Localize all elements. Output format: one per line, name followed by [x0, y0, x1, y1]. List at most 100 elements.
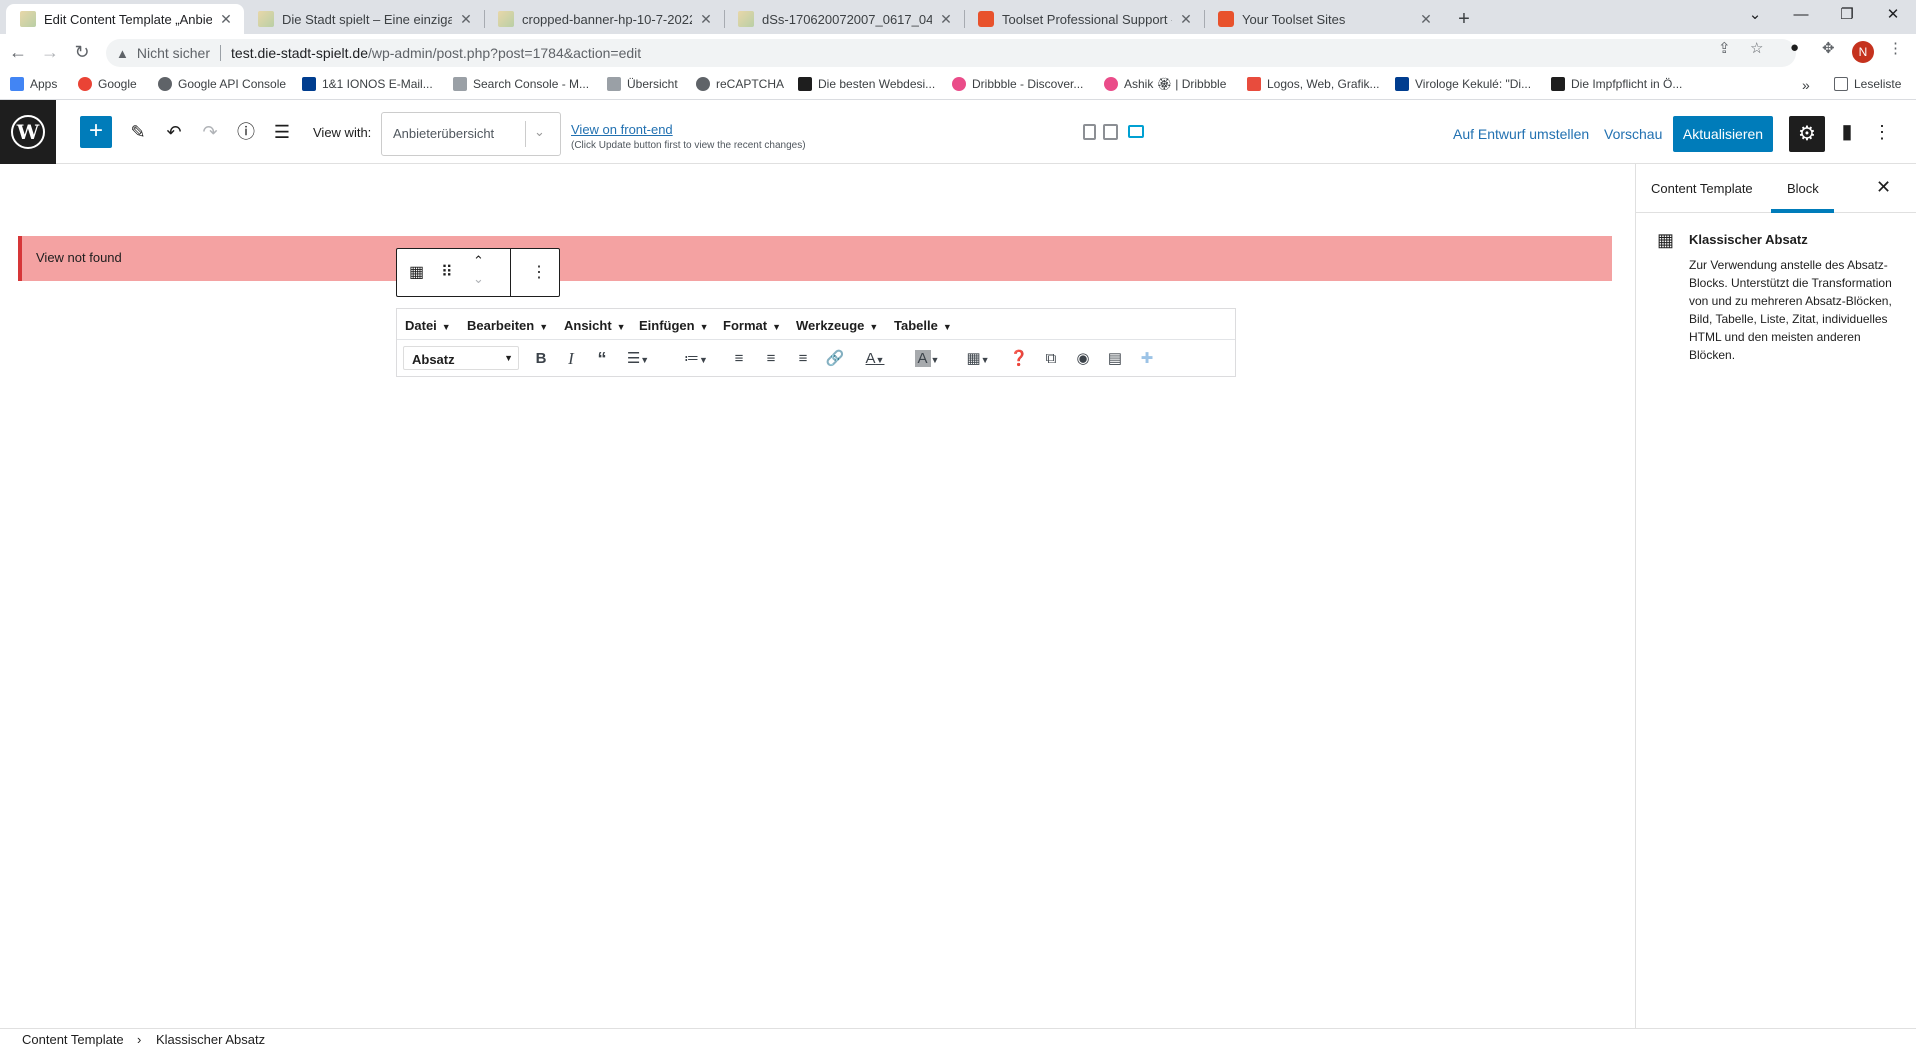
close-icon[interactable]: ✕ — [938, 11, 954, 28]
minimize-button[interactable]: — — [1779, 0, 1823, 34]
bookmark-dribbble-discover[interactable]: Dribbble - Discover... — [952, 77, 1083, 91]
link-icon[interactable]: 🔗 — [825, 348, 845, 370]
restore-button[interactable]: ❐ — [1825, 0, 1869, 34]
gear-icon[interactable]: ⚙ — [1789, 116, 1825, 152]
extension-icon[interactable]: ● — [1790, 39, 1799, 56]
redo-icon[interactable]: ↷ — [196, 118, 224, 146]
tablet-preview-icon[interactable] — [1103, 124, 1118, 140]
close-icon[interactable]: ✕ — [458, 11, 474, 28]
bookmark-ashik-dribbble[interactable]: Ashik 🏵 | Dribbble — [1104, 77, 1226, 91]
classic-block-icon[interactable]: ▦ — [409, 262, 424, 282]
bookmark-apps[interactable]: Apps — [10, 77, 57, 91]
bookmark-search-console[interactable]: Search Console - M... — [453, 77, 589, 91]
background-color-icon[interactable]: A ▼ — [907, 348, 947, 370]
menu-datei[interactable]: Datei ▼ — [405, 318, 451, 333]
table-icon[interactable]: ▦▼ — [959, 348, 997, 370]
bookmark-google[interactable]: Google — [78, 77, 137, 91]
puzzle-icon[interactable]: ✥ — [1822, 39, 1835, 57]
reading-list-button[interactable]: Leseliste — [1834, 77, 1901, 91]
more-bookmarks-button[interactable]: » — [1802, 77, 1810, 93]
bookmark-recaptcha[interactable]: reCAPTCHA — [696, 77, 784, 91]
text-color-icon[interactable]: A▼ — [857, 348, 893, 370]
close-icon[interactable]: ✕ — [1418, 11, 1434, 28]
block-inserter-button[interactable]: + — [80, 116, 112, 148]
share-icon[interactable]: ⇪ — [1718, 39, 1731, 57]
tab-search-button[interactable]: ⌄ — [1733, 0, 1777, 34]
bookmark-google-api-console[interactable]: Google API Console — [158, 77, 286, 91]
browser-tab-die-stadt-spielt[interactable]: Die Stadt spielt – Eine einzigartig ✕ — [244, 4, 484, 34]
bookmark-ionos[interactable]: 1&1 IONOS E-Mail... — [302, 77, 433, 91]
omnibox[interactable]: ▲ Nicht sicher test.die-stadt-spielt.de /… — [106, 39, 1796, 67]
switch-to-draft-button[interactable]: Auf Entwurf umstellen — [1453, 126, 1589, 142]
bookmark-star-icon[interactable]: ☆ — [1750, 39, 1763, 57]
paragraph-format-select[interactable]: Absatz ▼ — [403, 346, 519, 370]
menu-tabelle[interactable]: Tabelle ▼ — [894, 318, 952, 333]
breadcrumb-root[interactable]: Content Template — [22, 1032, 124, 1047]
mobile-preview-icon[interactable] — [1083, 124, 1096, 140]
new-tab-button[interactable]: + — [1451, 6, 1477, 32]
breadcrumb-current[interactable]: Klassischer Absatz — [156, 1032, 265, 1047]
align-left-icon[interactable]: ≡ — [729, 348, 749, 370]
tab-block[interactable]: Block — [1787, 181, 1819, 196]
close-icon[interactable]: ✕ — [698, 11, 714, 28]
browser-tab-toolset-sites[interactable]: Your Toolset Sites ✕ — [1204, 4, 1444, 34]
browser-tab-cropped-banner[interactable]: cropped-banner-hp-10-7-2022-1 ✕ — [484, 4, 724, 34]
back-arrow-icon[interactable]: ← — [6, 40, 30, 64]
align-right-icon[interactable]: ≡ — [793, 348, 813, 370]
bookmark-virologe[interactable]: Virologe Kekulé: "Di... — [1395, 77, 1531, 91]
menu-format[interactable]: Format ▼ — [723, 318, 781, 333]
view-with-select[interactable]: Anbieterübersicht ⌄ — [381, 112, 561, 156]
warning-icon[interactable]: ▲ — [116, 46, 129, 61]
italic-icon[interactable]: I — [561, 348, 581, 370]
menu-werkzeuge[interactable]: Werkzeuge ▼ — [796, 318, 878, 333]
toolset-view-icon[interactable]: ◉ — [1073, 348, 1093, 370]
numbered-list-icon[interactable]: ≔▼ — [681, 348, 711, 370]
toolset-plugin-icon[interactable]: ▮ — [1833, 118, 1861, 146]
blockquote-icon[interactable]: “ — [591, 348, 613, 370]
menu-einfuegen[interactable]: Einfügen ▼ — [639, 318, 709, 333]
preview-button[interactable]: Vorschau — [1604, 126, 1662, 142]
pencil-tools-icon[interactable]: ✎ — [124, 118, 152, 146]
menu-ansicht[interactable]: Ansicht ▼ — [564, 318, 626, 333]
close-window-button[interactable]: ✕ — [1871, 0, 1915, 34]
drag-handle-icon[interactable]: ⠿ — [441, 262, 453, 282]
browser-tab-toolset-support[interactable]: Toolset Professional Support - To ✕ — [964, 4, 1204, 34]
options-menu-icon[interactable]: ⋮ — [1868, 118, 1896, 146]
browser-tab-dss-image[interactable]: dSs-170620072007_0617_042126 ✕ — [724, 4, 964, 34]
close-icon[interactable]: ✕ — [218, 11, 234, 28]
browser-tab-edit-content-template[interactable]: Edit Content Template „Anbieterü ✕ — [6, 4, 244, 34]
wordpress-logo-button[interactable]: W — [0, 100, 56, 164]
help-icon[interactable]: ❓ — [1009, 348, 1029, 370]
info-icon[interactable]: ⓘ — [232, 118, 260, 146]
bold-icon[interactable]: B — [531, 348, 551, 370]
security-label[interactable]: Nicht sicher — [137, 45, 210, 61]
menu-bearbeiten[interactable]: Bearbeiten ▼ — [467, 318, 548, 333]
toolset-plugin-icon[interactable]: ✚ — [1137, 348, 1157, 370]
menu-dots-icon[interactable]: ⋮ — [1888, 39, 1903, 57]
list-view-icon[interactable]: ☰ — [268, 118, 296, 146]
bookmark-uebersicht[interactable]: Übersicht — [607, 77, 678, 91]
undo-icon[interactable]: ↶ — [160, 118, 188, 146]
toolset-fields-icon[interactable]: ⧉ — [1041, 348, 1061, 370]
forward-arrow-icon[interactable]: → — [38, 40, 62, 64]
close-icon[interactable]: ✕ — [1876, 177, 1891, 198]
profile-avatar[interactable]: N — [1852, 41, 1874, 63]
url-host[interactable]: test.die-stadt-spielt.de — [231, 45, 368, 61]
update-button[interactable]: Aktualisieren — [1673, 116, 1773, 152]
bookmark-webdesign[interactable]: Die besten Webdesi... — [798, 77, 935, 91]
editor-canvas[interactable]: View not found ▦ ⠿ ⌃ ⌄ ⋮ Datei ▼ Bearbeit… — [0, 164, 1635, 1028]
bullet-list-icon[interactable]: ☰▼ — [623, 348, 653, 370]
tab-content-template[interactable]: Content Template — [1651, 181, 1753, 196]
bookmark-impfpflicht[interactable]: Die Impfpflicht in Ö... — [1551, 77, 1682, 91]
url-path[interactable]: /wp-admin/post.php?post=1784&action=edit — [368, 45, 641, 61]
align-center-icon[interactable]: ≡ — [761, 348, 781, 370]
bookmark-logos[interactable]: Logos, Web, Grafik... — [1247, 77, 1380, 91]
more-options-icon[interactable]: ⋮ — [531, 262, 547, 282]
move-up-icon[interactable]: ⌃ — [473, 253, 484, 269]
view-on-front-end-link[interactable]: View on front-end — [571, 122, 673, 137]
desktop-preview-icon[interactable] — [1128, 125, 1144, 138]
toolset-form-icon[interactable]: ▤ — [1105, 348, 1125, 370]
move-down-icon[interactable]: ⌄ — [473, 271, 484, 287]
reload-icon[interactable]: ↻ — [70, 40, 94, 64]
close-icon[interactable]: ✕ — [1178, 11, 1194, 28]
